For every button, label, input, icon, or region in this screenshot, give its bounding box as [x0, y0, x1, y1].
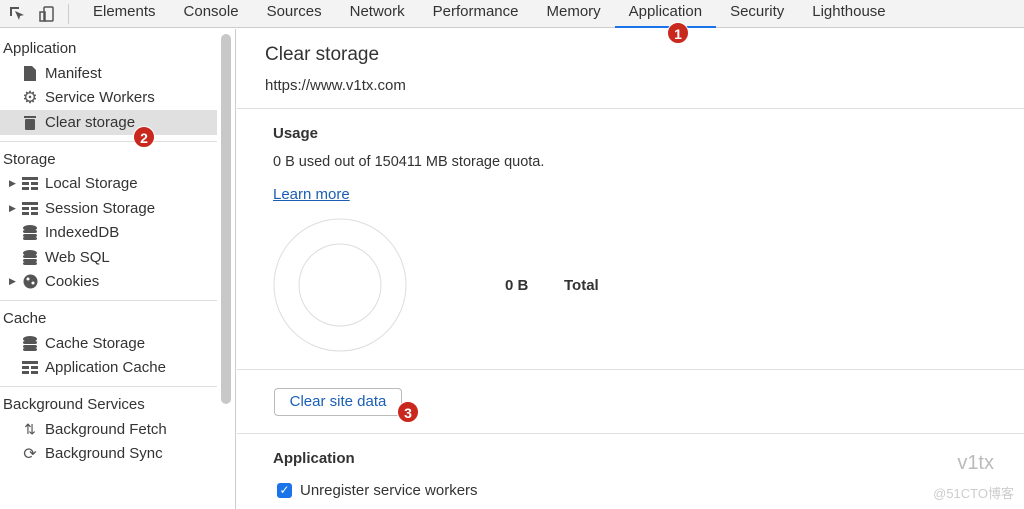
database-icon — [22, 335, 38, 351]
gear-icon: ⚙ — [22, 87, 38, 107]
tab-memory[interactable]: Memory — [533, 0, 615, 28]
divider — [237, 108, 1024, 109]
sidebar-item-label: Local Storage — [45, 175, 138, 193]
sidebar-item-label: Cache Storage — [45, 334, 146, 352]
sidebar-divider — [0, 300, 217, 301]
usage-heading: Usage — [273, 125, 319, 142]
sidebar-item-service-workers[interactable]: ⚙ Service Workers — [0, 86, 235, 111]
sidebar-item-label: Session Storage — [45, 199, 156, 217]
tab-security[interactable]: Security — [716, 0, 798, 28]
inspect-element-icon[interactable] — [4, 1, 30, 27]
sidebar-item-label: Application Cache — [45, 359, 166, 377]
sidebar-item-background-sync[interactable]: ⟳ Background Sync — [0, 442, 235, 467]
total-value: 0 B — [505, 277, 529, 294]
sidebar-section-title: Background Services — [3, 396, 145, 413]
page-title: Clear storage — [265, 44, 380, 65]
sidebar-item-application-cache[interactable]: Application Cache — [0, 356, 235, 381]
sidebar: Application Manifest ⚙ Service Workers Clear… — [0, 29, 236, 509]
arrows-updown-icon: ⇅ — [24, 420, 36, 437]
annotation-badge-1: 1 — [667, 22, 689, 44]
sidebar-item-label: Background Fetch — [45, 420, 167, 438]
grid-icon — [22, 176, 38, 192]
sidebar-item-clear-storage[interactable]: Clear storage — [0, 110, 217, 135]
sidebar-section-title: Application — [3, 40, 77, 57]
sync-icon: ⟳ — [23, 445, 37, 463]
sidebar-item-label: Manifest — [45, 64, 102, 82]
sidebar-divider — [0, 140, 217, 142]
tab-network[interactable]: Network — [336, 0, 419, 28]
sidebar-item-label: Clear storage — [45, 113, 136, 131]
sidebar-item-indexeddb[interactable]: IndexedDB — [0, 221, 235, 246]
sidebar-item-label: Web SQL — [45, 248, 110, 266]
annotation-badge-2: 2 — [133, 126, 155, 148]
application-heading: Application — [273, 450, 355, 467]
sidebar-section-title: Cache — [3, 310, 47, 327]
sidebar-item-web-sql[interactable]: Web SQL — [0, 245, 235, 270]
usage-pie-chart — [273, 218, 407, 352]
tab-performance[interactable]: Performance — [419, 0, 533, 28]
watermark-site: @51CTO博客 — [933, 486, 1014, 501]
sidebar-item-cookies[interactable]: ▶ Cookies — [0, 270, 235, 295]
origin-url: https://www.v1tx.com — [265, 77, 406, 94]
device-toggle-icon[interactable] — [34, 1, 60, 27]
total-label: Total — [564, 277, 599, 294]
sidebar-divider — [0, 386, 217, 387]
tab-application[interactable]: Application — [614, 0, 717, 28]
grid-icon — [22, 360, 38, 376]
sidebar-item-label: Background Sync — [45, 445, 163, 463]
divider — [237, 433, 1024, 434]
grid-icon — [22, 200, 38, 216]
database-icon — [22, 249, 38, 265]
expand-arrow-icon[interactable]: ▶ — [9, 178, 16, 189]
toolbar-divider — [68, 3, 69, 24]
clear-storage-panel: Clear storage https://www.v1tx.com Usage… — [237, 29, 1024, 509]
sidebar-item-session-storage[interactable]: ▶ Session Storage — [0, 196, 235, 221]
sidebar-item-manifest[interactable]: Manifest — [0, 61, 235, 86]
sidebar-item-label: IndexedDB — [45, 224, 120, 242]
trash-icon — [22, 114, 38, 130]
tab-sources[interactable]: Sources — [253, 0, 336, 28]
usage-text: 0 B used out of 150411 MB storage quota. — [273, 154, 545, 170]
devtools-toolbar: Elements Console Sources Network Performance… — [0, 0, 1024, 28]
clear-site-data-button[interactable]: Clear site data — [274, 388, 402, 416]
annotation-badge-3: 3 — [397, 401, 419, 423]
sidebar-scrollbar[interactable] — [221, 34, 231, 404]
checkbox-label: Unregister service workers — [300, 482, 478, 499]
tab-lighthouse[interactable]: Lighthouse — [798, 0, 899, 28]
sidebar-item-label: Service Workers — [45, 89, 155, 107]
sidebar-section-title: Storage — [3, 150, 56, 168]
sidebar-item-background-fetch[interactable]: ⇅ Background Fetch — [0, 417, 235, 442]
tab-elements[interactable]: Elements — [79, 0, 170, 28]
sidebar-item-local-storage[interactable]: ▶ Local Storage — [0, 172, 235, 197]
database-icon — [22, 225, 38, 241]
file-icon — [22, 65, 38, 81]
sidebar-item-label: Cookies — [45, 273, 100, 291]
watermark-brand: v1tx — [957, 452, 994, 474]
learn-more-link[interactable]: Learn more — [273, 186, 350, 203]
expand-arrow-icon[interactable]: ▶ — [9, 203, 16, 214]
expand-arrow-icon[interactable]: ▶ — [9, 276, 16, 287]
tab-console[interactable]: Console — [170, 0, 253, 28]
cookie-icon — [22, 274, 38, 290]
unregister-service-workers-checkbox[interactable]: ✓ — [277, 483, 292, 498]
sidebar-item-cache-storage[interactable]: Cache Storage — [0, 331, 235, 356]
divider — [237, 369, 1024, 370]
